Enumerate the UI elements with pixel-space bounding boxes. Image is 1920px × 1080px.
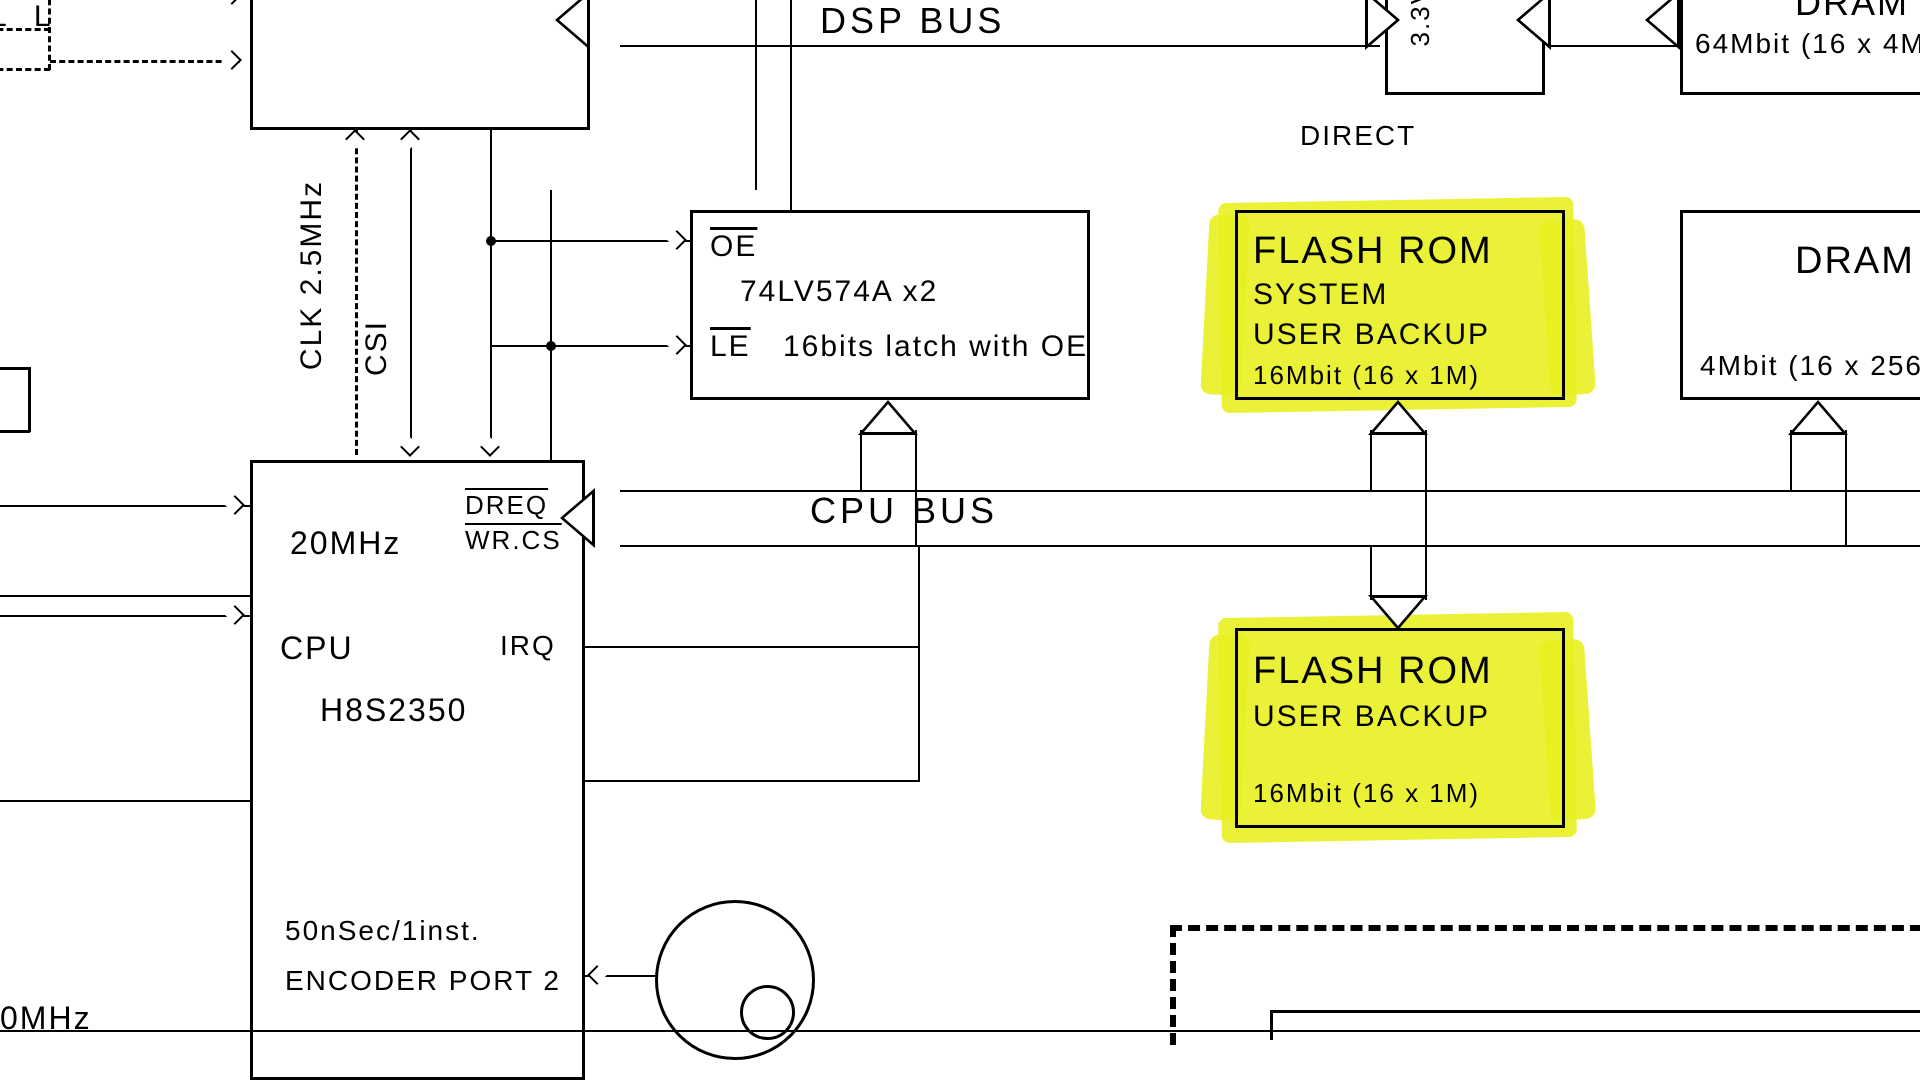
flash1-size: 16Mbit (16 x 1M) xyxy=(1253,360,1480,391)
upper-block xyxy=(250,0,590,130)
bus-arrow-icon xyxy=(858,400,918,450)
connector-line xyxy=(410,130,412,455)
bus-arrow-icon xyxy=(560,488,610,548)
dashed-box-edge xyxy=(1170,925,1920,931)
bus-line xyxy=(620,545,1920,547)
latch-desc: 16bits latch with OE xyxy=(783,330,1088,364)
cpu-dreq: DREQ xyxy=(465,490,548,521)
block-edge xyxy=(1270,1010,1273,1040)
cpu-wrcs: WR.CS xyxy=(465,525,562,556)
arrow-icon xyxy=(345,129,365,149)
connector-line xyxy=(755,0,757,190)
bus-line xyxy=(620,45,1380,47)
flash2-name: FLASH ROM xyxy=(1253,650,1493,693)
dram-top-size: 64Mbit (16 x 4M xyxy=(1695,28,1920,60)
flash1-name: FLASH ROM xyxy=(1253,230,1493,273)
block-edge xyxy=(28,367,31,432)
arrow-icon xyxy=(400,437,420,457)
cpu-irq: IRQ xyxy=(500,630,556,662)
connector-line xyxy=(585,780,920,782)
junction-dot xyxy=(546,341,556,351)
bus-arrow-icon xyxy=(1645,0,1695,50)
dram-top-name: DRAM xyxy=(1795,0,1909,24)
arrow-icon xyxy=(222,50,242,70)
connector-line xyxy=(0,615,250,617)
arrow-icon xyxy=(225,495,245,515)
cpu-name: CPU xyxy=(280,630,354,667)
flash1-l2: USER BACKUP xyxy=(1253,318,1490,352)
dram2-size: 4Mbit (16 x 256 xyxy=(1700,350,1920,382)
connector-line xyxy=(0,800,250,802)
connector-line xyxy=(918,545,920,648)
flash2-size: 16Mbit (16 x 1M) xyxy=(1253,778,1480,809)
arrow-icon xyxy=(480,437,500,457)
bus-arrow-icon xyxy=(1788,400,1848,450)
voltage-label: 3.3V xyxy=(1405,0,1436,47)
connector-line xyxy=(490,240,690,242)
connector-line xyxy=(918,646,920,782)
arrow-icon xyxy=(222,0,242,5)
bus-arrow-icon xyxy=(555,0,605,50)
cpu-model: H8S2350 xyxy=(320,692,467,729)
block-edge xyxy=(0,367,30,370)
arrow-icon xyxy=(667,335,687,355)
connector-line xyxy=(490,130,492,455)
bus-arrow-icon xyxy=(1368,400,1428,450)
junction-dot xyxy=(486,236,496,246)
flash2-l1: USER BACKUP xyxy=(1253,700,1490,734)
block-edge xyxy=(1270,1010,1920,1013)
connector-line xyxy=(490,345,690,347)
cpu-bus-label: CPU BUS xyxy=(810,490,998,532)
connector-line xyxy=(0,595,250,597)
arrow-icon xyxy=(667,230,687,250)
dashed-connector xyxy=(50,60,240,63)
bus-arrow-icon xyxy=(1516,0,1566,50)
bus-line xyxy=(1370,545,1372,600)
block-edge xyxy=(0,430,30,433)
latch-oe: OE xyxy=(710,230,757,264)
csi-label: CSI xyxy=(360,320,394,376)
latch-le: LE xyxy=(710,330,751,364)
clk-line xyxy=(355,130,358,455)
block-edge xyxy=(0,1030,1920,1032)
bus-arrow-icon xyxy=(1368,595,1428,645)
flash1-l1: SYSTEM xyxy=(1253,278,1388,312)
clk-label: CLK 2.5MHz xyxy=(295,180,329,370)
bus-arrow-icon xyxy=(1350,0,1400,50)
cpu-freq: 20MHz xyxy=(290,525,401,562)
ll-label: L L xyxy=(0,0,61,34)
latch-part: 74LV574A x2 xyxy=(740,275,938,309)
arrow-icon xyxy=(587,965,607,985)
dram2-name: DRAM xyxy=(1795,240,1915,283)
connector-line xyxy=(790,0,792,230)
encoder-circle-outer xyxy=(655,900,815,1060)
dsp-bus-label: DSP BUS xyxy=(820,0,1005,42)
direct-label: DIRECT xyxy=(1300,120,1416,152)
dashed-box-edge xyxy=(1170,925,1176,1045)
bus-line xyxy=(620,490,1920,492)
bus-line xyxy=(1425,490,1427,600)
cpu-encoder: ENCODER PORT 2 xyxy=(285,965,561,997)
connector-line xyxy=(585,646,920,648)
cpu-speed: 50nSec/1inst. xyxy=(285,915,481,947)
arrow-icon xyxy=(400,129,420,149)
arrow-icon xyxy=(225,605,245,625)
connector-line xyxy=(0,505,250,507)
